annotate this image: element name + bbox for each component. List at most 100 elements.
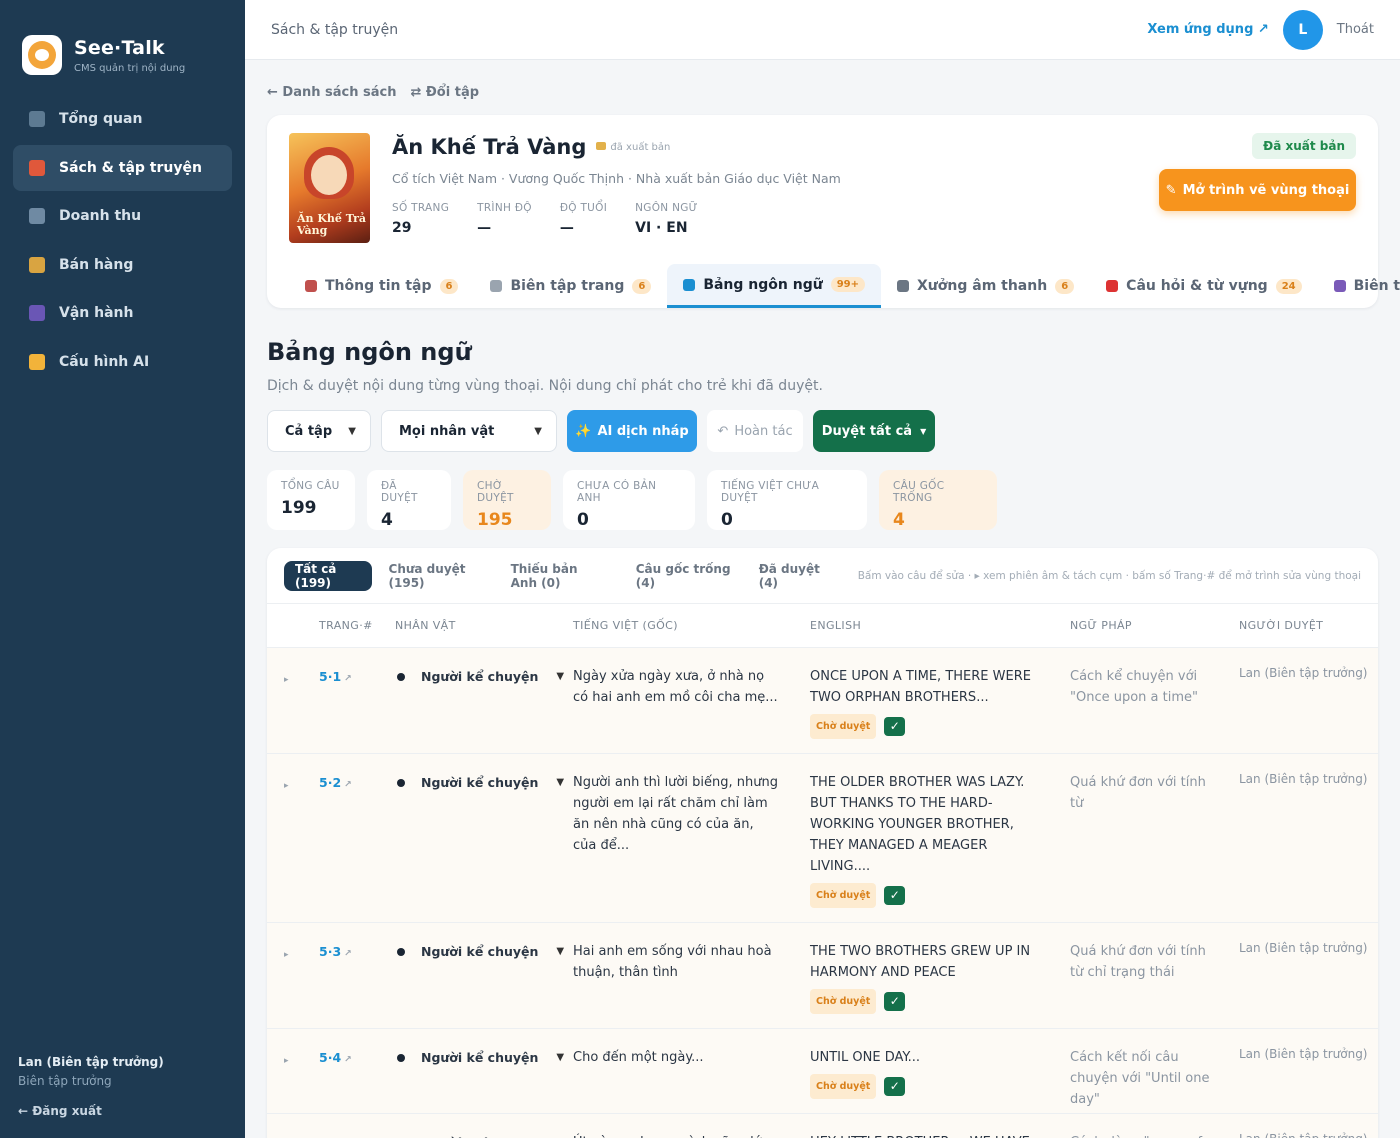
tab-4[interactable]: Câu hỏi & từ vựng 24 [1090,264,1317,308]
approve-check-button[interactable]: ✓ [884,1077,906,1096]
approve-check-button[interactable]: ✓ [884,992,906,1011]
brand[interactable]: See·Talk CMS quản trị nội dung [0,0,245,88]
chevron-down-icon: ▼ [511,1132,519,1138]
filter-chip[interactable]: Tất cả (199) [284,560,372,591]
books-icon [29,159,45,176]
english-text[interactable]: HEY LITTLE BROTHER..., WE HAVE COME OF A… [810,1132,1044,1138]
english-text[interactable]: THE OLDER BROTHER WAS LAZY. BUT THANKS T… [810,772,1044,877]
english-cell[interactable]: UNTIL ONE DAY... Chờ duyệt ✓ [810,1029,1070,1113]
sidebar-item-1[interactable]: Sách & tập truyện [13,144,232,191]
filter-chip[interactable]: Câu gốc trống (4) [625,561,742,591]
expand-row-icon[interactable]: ▸ [267,1114,319,1138]
stat-card: CÂU GỐC TRỐNG 4 [879,470,997,530]
topbar-logout-button[interactable]: Thoát [1337,22,1374,37]
back-to-books-link[interactable]: ← Danh sách sách [267,85,397,100]
tab-icon [897,280,909,292]
page-link[interactable]: 5·5↗ [319,1114,395,1138]
chevron-down-icon: ▼ [556,1052,565,1063]
grammar-note[interactable]: Cách dùng "come of age" [1070,1114,1239,1138]
filter-chip[interactable]: Thiếu bản Anh (0) [500,561,619,591]
book-stats: SỐ TRANG 29 TRÌNH ĐỘ — ĐỘ TUỔI — NGÔN NGỮ VI · … [392,202,841,236]
vietnamese-text[interactable]: Cho đến một ngày... [573,1029,810,1113]
tab-2[interactable]: Bảng ngôn ngữ 99+ [667,264,881,308]
view-app-link[interactable]: Xem ứng dụng ↗ [1147,22,1268,37]
topbar: Sách & tập truyện Xem ứng dụng ↗ L Thoát [245,0,1400,60]
vietnamese-text[interactable]: Hai anh em sống với nhau hoà thuận, thân… [573,923,810,1028]
pencil-icon: ✎ [1165,182,1177,198]
character-select[interactable]: Người kể chuyện ▼ [395,648,573,753]
character-select[interactable]: Người kể chuyện ▼ [395,923,573,1028]
sidebar: See·Talk CMS quản trị nội dung Tổng quan… [0,0,245,1138]
english-cell[interactable]: THE OLDER BROTHER WAS LAZY. BUT THANKS T… [810,754,1070,922]
book-stat-label: SỐ TRANG [392,202,450,214]
english-text[interactable]: UNTIL ONE DAY... [810,1047,1044,1068]
page-link[interactable]: 5·1 ↗ [319,648,395,753]
undo-button[interactable]: ↶ Hoàn tác [707,410,803,452]
approve-check-button[interactable]: ✓ [884,717,906,736]
filter-chip[interactable]: Đã duyệt (4) [748,561,838,591]
col-page: TRANG·# [319,619,373,632]
stat-label: ĐÃ DUYỆT [381,480,418,504]
open-dialog-editor-button[interactable]: ✎ Mở trình vẽ vùng thoại [1159,169,1356,211]
grammar-note[interactable]: Cách kể chuyện với "Once upon a time" [1070,648,1239,753]
character-select[interactable]: Người kể chuyện ▼ [395,1029,573,1113]
sidebar-item-label: Doanh thu [59,208,142,224]
caret-down-icon: ▼ [920,426,927,436]
tab-1[interactable]: Biên tập trang 6 [474,264,667,308]
english-text[interactable]: ONCE UPON A TIME, THERE WERE TWO ORPHAN … [810,666,1044,708]
stat-value: 4 [381,510,393,530]
english-cell[interactable]: ONCE UPON A TIME, THERE WERE TWO ORPHAN … [810,648,1070,753]
grammar-note[interactable]: Quá khứ đơn với tính từ chỉ trạng thái [1070,923,1239,1028]
book-cover: Ăn Khế Trả Vàng [289,133,370,243]
english-cell[interactable]: THE TWO BROTHERS GREW UP IN HARMONY AND … [810,923,1070,1028]
section-subtitle: Dịch & duyệt nội dung từng vùng thoại. N… [267,378,823,394]
english-cell[interactable]: HEY LITTLE BROTHER..., WE HAVE COME OF A… [810,1114,1070,1138]
expand-row-icon[interactable]: ▸ [267,923,319,1028]
expand-row-icon[interactable]: ▸ [267,648,319,753]
expand-row-icon[interactable]: ▸ [267,1029,319,1113]
tab-3[interactable]: Xưởng âm thanh 6 [881,264,1090,308]
tab-0[interactable]: Thông tin tập 6 [289,264,474,308]
page-link[interactable]: 5·2 ↗ [319,754,395,922]
scope-select[interactable]: Cả tập ▼ [267,410,371,452]
expand-row-icon[interactable]: ▸ [267,754,319,922]
stat-card: TỔNG CÂU 199 [267,470,355,530]
sidebar-item-4[interactable]: Vận hành [13,290,232,336]
ai-translate-button[interactable]: ✨ AI dịch nháp [567,410,697,452]
approve-all-button[interactable]: Duyệt tất cả ▼ [813,410,935,452]
grammar-note[interactable]: Quá khứ đơn với tính từ [1070,754,1239,922]
tab-label: Thông tin tập [325,278,432,294]
table-row[interactable]: ▸ 5·2 ↗ Người kể chuyện ▼ Người anh thì lười … [267,754,1378,923]
tab-label: Câu hỏi & từ vựng [1126,278,1268,294]
page-link[interactable]: 5·3 ↗ [319,923,395,1028]
table-row[interactable]: ▸ 5·1 ↗ Người kể chuyện ▼ Ngày xửa ngày xưa, … [267,648,1378,754]
table-row[interactable]: ▸ 5·3 ↗ Người kể chuyện ▼ Hai anh em sống với… [267,923,1378,1029]
page-number: 5·2 [319,775,342,790]
character-select[interactable]: Người kể chuyện ▼ [395,754,573,922]
lock-icon [596,141,607,150]
sidebar-item-3[interactable]: Bán hàng [13,242,232,288]
table-row[interactable]: ▸5·5↗ Người anh ▼ Út này, anh em mình cũng … [267,1114,1378,1138]
avatar[interactable]: L [1282,9,1323,50]
vietnamese-text[interactable]: Người anh thì lười biếng, nhưng người em… [573,754,810,922]
switch-episode-link[interactable]: ⇄ Đổi tập [411,85,480,100]
grammar-note[interactable]: Cách kết nối câu chuyện với "Until one d… [1070,1029,1239,1113]
logout-link[interactable]: ← Đăng xuất [18,1104,164,1118]
sidebar-item-5[interactable]: Cấu hình AI [13,339,232,385]
character-select[interactable]: Người anh ▼ [395,1114,573,1138]
english-text[interactable]: THE TWO BROTHERS GREW UP IN HARMONY AND … [810,941,1044,983]
approve-check-button[interactable]: ✓ [884,886,906,905]
tab-5[interactable]: Biên tập trò [1318,264,1400,308]
character-select[interactable]: Mọi nhân vật ▼ [381,410,557,452]
sidebar-item-0[interactable]: Tổng quan [13,96,232,142]
page-number: 5·1 [319,669,342,684]
table-row[interactable]: ▸ 5·4 ↗ Người kể chuyện ▼ Cho đến một ngày...… [267,1029,1378,1114]
page-link[interactable]: 5·4 ↗ [319,1029,395,1113]
book-stat-value: VI · EN [635,220,688,236]
filter-chip[interactable]: Chưa duyệt (195) [378,561,494,591]
vietnamese-text[interactable]: Út này, anh em mình cũng lớn tuổi rồi... [573,1114,810,1138]
chevron-down-icon: ▼ [556,671,565,682]
vietnamese-text[interactable]: Ngày xửa ngày xưa, ở nhà nọ có hai anh e… [573,648,810,753]
breadcrumb: ← Danh sách sách ⇄ Đổi tập [267,85,1378,100]
sidebar-item-2[interactable]: Doanh thu [13,193,232,239]
